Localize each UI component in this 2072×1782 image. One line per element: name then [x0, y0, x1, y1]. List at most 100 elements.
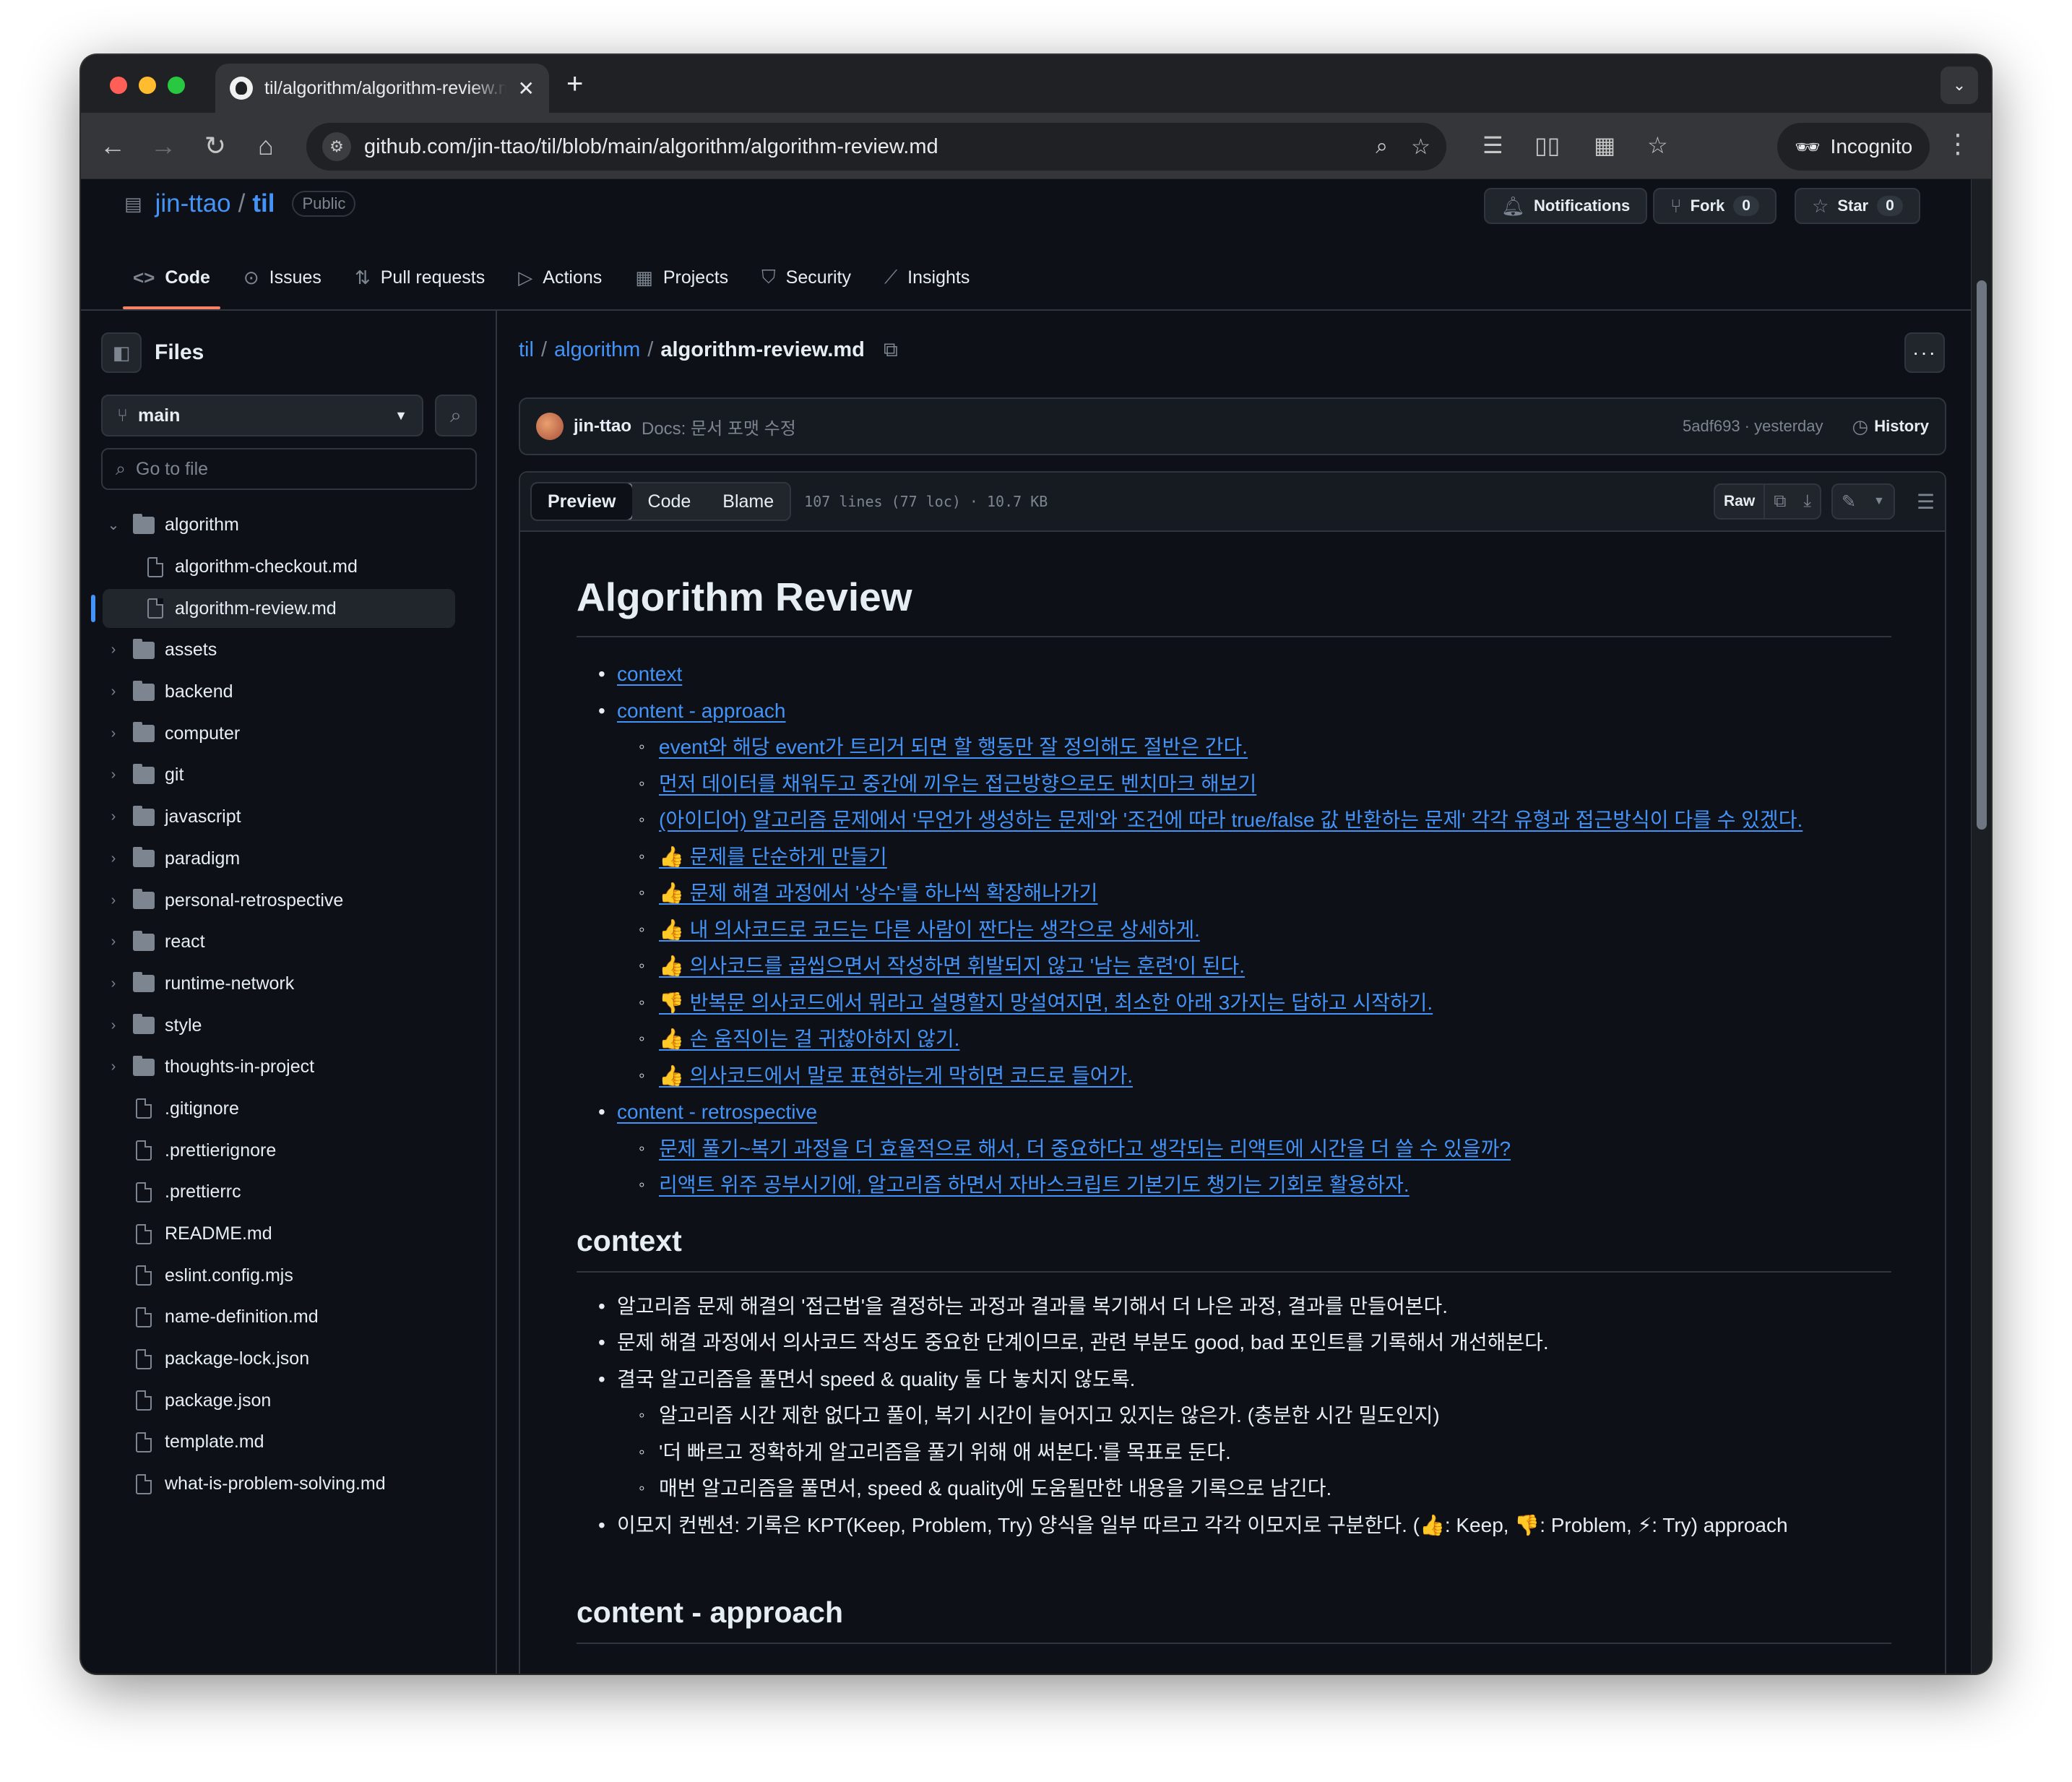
tree-folder[interactable]: › react	[81, 921, 497, 963]
breadcrumb-folder-link[interactable]: algorithm	[554, 338, 640, 362]
star-button[interactable]: ☆ Star 0	[1795, 188, 1920, 224]
tree-folder[interactable]: › javascript	[81, 796, 497, 838]
toc-sublink[interactable]: 👍 내 의사코드로 코드는 다른 사람이 짠다는 생각으로 상세하게.	[659, 918, 1200, 941]
fork-button[interactable]: ⑂ Fork 0	[1653, 188, 1777, 224]
tab-search-button[interactable]: ⌄	[1941, 66, 1978, 104]
toc-sublink[interactable]: 👍 문제를 단순하게 만들기	[659, 845, 887, 868]
toc-sublink[interactable]: 👍 문제 해결 과정에서 '상수'를 하나씩 확장해나가기	[659, 882, 1097, 904]
maximize-window-button[interactable]	[168, 77, 185, 94]
toc-sublink[interactable]: 👎 반복문 의사코드에서 뭐라고 설명할지 망설여지면, 최소한 아래 3가지는…	[659, 991, 1433, 1014]
toc-link[interactable]: content - approach	[617, 700, 786, 722]
forward-icon[interactable]: →	[146, 129, 181, 163]
close-tab-icon[interactable]: ✕	[518, 77, 535, 100]
close-window-button[interactable]	[110, 77, 127, 94]
chevron-right-icon[interactable]: ›	[105, 767, 121, 783]
chevron-right-icon[interactable]: ›	[105, 684, 121, 700]
tab-code[interactable]: <> Code	[123, 249, 220, 309]
browser-tab[interactable]: til/algorithm/algorithm-review.md at mai…	[215, 64, 549, 113]
avatar[interactable]	[536, 413, 564, 440]
history-button[interactable]: ◷ History	[1852, 416, 1929, 438]
toc-link[interactable]: content - retrospective	[617, 1101, 817, 1123]
tab-issues[interactable]: ⊙ Issues	[233, 249, 332, 306]
toc-sublink[interactable]: 👍 손 움직이는 걸 귀찮아하지 않기.	[659, 1028, 959, 1050]
tree-file[interactable]: package-lock.json	[81, 1338, 497, 1380]
chevron-right-icon[interactable]: ›	[105, 1017, 121, 1034]
chevron-down-icon[interactable]: ⌄	[105, 516, 121, 534]
tree-folder[interactable]: › runtime-network	[81, 963, 497, 1005]
reader-mode-icon[interactable]: ▯▯	[1534, 132, 1560, 159]
reading-list-icon[interactable]: ☰	[1482, 132, 1503, 159]
toc-sublink[interactable]: 👍 의사코드에서 말로 표현하는게 막히면 코드로 들어가.	[659, 1064, 1133, 1087]
download-icon[interactable]: ⤓	[1795, 485, 1820, 518]
tab-code[interactable]: Code	[631, 483, 707, 520]
tab-blame[interactable]: Blame	[707, 483, 790, 520]
tree-folder[interactable]: › paradigm	[81, 838, 497, 880]
chevron-right-icon[interactable]: ›	[105, 976, 121, 992]
commit-meta[interactable]: 5adf693 · yesterday	[1683, 417, 1823, 436]
tree-folder[interactable]: › computer	[81, 713, 497, 754]
commit-message[interactable]: Docs: 문서 포맷 수정	[642, 414, 796, 439]
chevron-right-icon[interactable]: ›	[105, 934, 121, 950]
commit-author[interactable]: jin-ttao	[574, 416, 631, 436]
outline-icon[interactable]: ☰	[1917, 490, 1935, 514]
new-tab-button[interactable]: +	[566, 68, 583, 100]
tab-insights[interactable]: ⟋ Insights	[874, 249, 980, 306]
toc-sublink[interactable]: (아이디어) 알고리즘 문제에서 '무언가 생성하는 문제'와 '조건에 따라 …	[659, 809, 1803, 831]
tree-file[interactable]: template.md	[81, 1421, 497, 1463]
breadcrumb-root-link[interactable]: til	[519, 338, 534, 362]
branch-selector[interactable]: ⑂ main ▼	[101, 395, 423, 436]
toc-sublink[interactable]: 리액트 위주 공부시기에, 알고리즘 하면서 자바스크립트 기본기도 챙기는 기…	[659, 1174, 1410, 1196]
zoom-icon[interactable]: ⌕	[1376, 134, 1388, 159]
address-bar[interactable]: ⚙ github.com/jin-ttao/til/blob/main/algo…	[306, 123, 1446, 171]
bookmarks-icon[interactable]: ☆	[1647, 132, 1668, 159]
browser-menu-icon[interactable]: ⋮	[1945, 129, 1971, 159]
tree-folder[interactable]: › personal-retrospective	[81, 879, 497, 921]
tab-pull-requests[interactable]: ⇅ Pull requests	[345, 249, 495, 306]
toc-sublink[interactable]: event와 해당 event가 트리거 되면 할 행동만 잘 정의해도 절반은…	[659, 736, 1248, 758]
tree-file[interactable]: name-definition.md	[81, 1296, 497, 1338]
copy-path-icon[interactable]: ⧉	[884, 338, 898, 362]
tree-file[interactable]: README.md	[81, 1213, 497, 1255]
side-panel-icon[interactable]: ▦	[1594, 132, 1615, 159]
more-options-button[interactable]: ···	[1904, 332, 1945, 373]
tree-file[interactable]: .gitignore	[81, 1088, 497, 1130]
tab-actions[interactable]: ▷ Actions	[508, 249, 612, 306]
tree-file[interactable]: algorithm-review.md	[81, 587, 497, 629]
minimize-window-button[interactable]	[139, 77, 156, 94]
copy-raw-icon[interactable]: ⧉	[1765, 485, 1795, 518]
back-icon[interactable]: ←	[95, 129, 130, 163]
tree-file[interactable]: eslint.config.mjs	[81, 1254, 497, 1296]
incognito-button[interactable]: 🕶 Incognito	[1777, 123, 1930, 171]
reload-icon[interactable]: ↻	[198, 129, 233, 163]
chevron-right-icon[interactable]: ›	[105, 726, 121, 742]
toc-sublink[interactable]: 문제 풀기~복기 과정을 더 효율적으로 해서, 더 중요하다고 생각되는 리액…	[659, 1137, 1511, 1160]
toc-sublink[interactable]: 👍 의사코드를 곱씹으면서 작성하면 휘발되지 않고 '남는 훈련'이 된다.	[659, 955, 1245, 977]
tree-folder[interactable]: › assets	[81, 629, 497, 671]
tree-folder[interactable]: › git	[81, 754, 497, 796]
notifications-button[interactable]: 🔔︎ Notifications	[1484, 188, 1648, 224]
tree-folder[interactable]: › backend	[81, 671, 497, 713]
scrollbar[interactable]	[1971, 179, 1991, 1674]
tree-file[interactable]: package.json	[81, 1379, 497, 1421]
edit-pencil-icon[interactable]: ✎	[1833, 485, 1865, 518]
chevron-right-icon[interactable]: ›	[105, 1059, 121, 1075]
tab-preview[interactable]: Preview	[532, 483, 634, 520]
bookmark-star-icon[interactable]: ☆	[1411, 134, 1430, 160]
raw-button[interactable]: Raw	[1715, 485, 1766, 518]
chevron-right-icon[interactable]: ›	[105, 642, 121, 658]
chevron-right-icon[interactable]: ›	[105, 851, 121, 867]
scrollbar-thumb[interactable]	[1977, 280, 1987, 830]
tree-folder[interactable]: › thoughts-in-project	[81, 1046, 497, 1088]
tab-projects[interactable]: ▦ Projects	[625, 249, 738, 306]
search-files-icon[interactable]: ⌕	[435, 395, 477, 436]
chevron-right-icon[interactable]: ›	[105, 809, 121, 825]
collapse-sidebar-icon[interactable]: ◧	[101, 332, 142, 373]
toc-link[interactable]: context	[617, 663, 682, 685]
tree-file[interactable]: what-is-problem-solving.md	[81, 1463, 497, 1505]
url-text[interactable]: github.com/jin-ttao/til/blob/main/algori…	[364, 135, 1352, 159]
chevron-right-icon[interactable]: ›	[105, 892, 121, 909]
site-settings-icon[interactable]: ⚙	[322, 132, 351, 161]
go-to-file-input[interactable]: ⌕ Go to file	[101, 448, 477, 490]
toc-sublink[interactable]: 먼저 데이터를 채워두고 중간에 끼우는 접근방향으로도 벤치마크 해보기	[659, 772, 1256, 795]
tree-file[interactable]: .prettierignore	[81, 1129, 497, 1171]
